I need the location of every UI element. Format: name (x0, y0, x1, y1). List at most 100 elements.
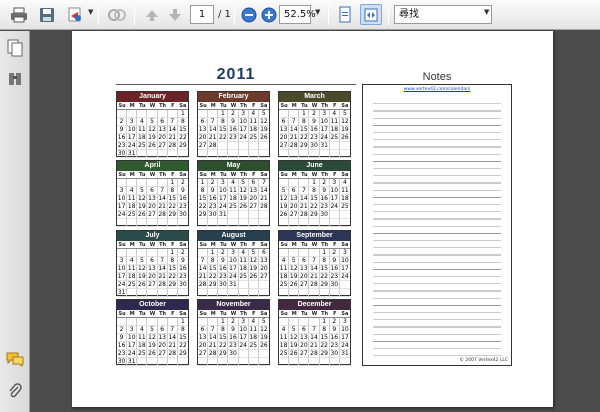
bookmarks-icon[interactable] (5, 69, 25, 89)
day-cell: 11 (248, 118, 259, 126)
day-grid: 1 2 3 4 5 6 7 8 9 10 11 12 13 14 15 16 17 18 19 20 21 22 23 24 2… (117, 179, 188, 227)
separator (328, 4, 329, 25)
day-cell (279, 358, 290, 366)
day-cell: 27 (198, 142, 209, 150)
day-cell: 12 (289, 334, 300, 342)
day-cell: 31 (127, 358, 138, 366)
day-cell (238, 358, 249, 366)
day-cell: 15 (319, 265, 330, 273)
day-cell (309, 358, 320, 366)
notes-box: www.vertex42.com/calendars © 2007 Vertex… (362, 84, 512, 366)
zoom-dropdown-caret[interactable]: ▼ (315, 8, 320, 16)
day-cell (299, 289, 310, 297)
day-cell: 16 (228, 334, 239, 342)
day-cell: 26 (137, 281, 148, 289)
day-cell (279, 110, 290, 118)
day-cell: 18 (279, 342, 290, 350)
day-cell: 9 (117, 334, 128, 342)
email-dropdown-caret[interactable]: ▼ (88, 8, 93, 16)
day-cell: 18 (137, 134, 148, 142)
day-cell: 22 (167, 203, 178, 211)
day-cell (228, 150, 239, 158)
day-cell (117, 219, 128, 227)
month-name: March (279, 92, 350, 102)
prev-page-icon[interactable] (141, 4, 163, 25)
day-cell (137, 318, 148, 326)
day-cell: 7 (157, 257, 168, 265)
day-cell: 4 (137, 118, 148, 126)
day-cell (289, 179, 300, 187)
month-name: November (198, 300, 269, 310)
day-cell (319, 219, 330, 227)
zoom-level-input[interactable]: 52.5% (279, 5, 316, 24)
day-cell (147, 289, 158, 297)
day-grid: 1 2 3 4 5 6 7 8 9 10 11 12 13 14 15 16 17 18 19 20 21 22 23 24 2… (117, 249, 188, 297)
save-icon[interactable] (36, 4, 58, 25)
day-cell: 17 (117, 203, 128, 211)
printer-icon[interactable] (8, 4, 30, 25)
zoom-in-icon[interactable] (258, 4, 280, 25)
day-cell: 13 (198, 126, 209, 134)
day-cell: 24 (238, 342, 249, 350)
page-number-input[interactable]: 1 (190, 5, 214, 24)
day-cell: 23 (177, 273, 188, 281)
day-cell (248, 358, 259, 366)
separator (388, 4, 389, 25)
separator (134, 4, 135, 25)
day-cell: 12 (238, 187, 249, 195)
next-page-icon[interactable] (164, 4, 186, 25)
day-cell: 15 (167, 265, 178, 273)
day-cell (167, 150, 178, 158)
day-cell: 14 (208, 334, 219, 342)
comments-icon[interactable] (5, 349, 25, 369)
month-december: December Su M Tu W Th F Sa 1 2 3 4 5 6 7 8 9 10 11 12 13 14 15… (278, 299, 351, 366)
month-name: February (198, 92, 269, 102)
day-cell: 31 (218, 211, 229, 219)
month-july: July Su M Tu W Th F Sa 1 2 3 4 5 6 7 8 9 10 11 12 13 14 15 16 17… (116, 230, 189, 297)
fit-page-icon[interactable] (334, 4, 356, 25)
day-cell: 4 (127, 257, 138, 265)
day-grid: 1 2 3 4 5 6 7 8 9 10 11 12 13 14 15 16 17 18 19 20 21 22 23 24 2… (279, 249, 350, 297)
day-cell (177, 289, 188, 297)
day-cell: 11 (137, 334, 148, 342)
day-cell: 1 (167, 249, 178, 257)
day-cell (289, 150, 300, 158)
day-cell (248, 281, 259, 289)
day-cell (167, 289, 178, 297)
day-cell: 16 (319, 195, 330, 203)
day-cell: 17 (319, 126, 330, 134)
day-cell (339, 281, 350, 289)
day-cell: 28 (157, 281, 168, 289)
day-cell: 10 (228, 257, 239, 265)
day-cell: 16 (117, 342, 128, 350)
day-cell: 28 (309, 281, 320, 289)
day-cell: 11 (248, 326, 259, 334)
month-march: March Su M Tu W Th F Sa 1 2 3 4 5 6 7 8 9 10 11 12 13 14 15 16 1… (278, 91, 351, 158)
fit-width-icon[interactable] (360, 4, 382, 25)
day-cell: 22 (208, 273, 219, 281)
day-cell: 9 (309, 118, 320, 126)
email-icon[interactable] (64, 4, 86, 25)
weekday-header: Su M Tu W Th F Sa (198, 172, 269, 179)
day-cell: 17 (127, 134, 138, 142)
zoom-out-icon[interactable] (238, 4, 260, 25)
day-cell (198, 289, 209, 297)
day-cell (329, 289, 340, 297)
search-dropdown-caret[interactable]: ▼ (484, 8, 489, 16)
day-cell: 21 (167, 134, 178, 142)
month-name: September (279, 231, 350, 241)
notes-url-link[interactable]: www.vertex42.com/calendars (363, 87, 511, 92)
attachments-icon[interactable] (5, 381, 25, 401)
day-cell: 4 (248, 318, 259, 326)
day-cell (238, 150, 249, 158)
day-cell (117, 318, 128, 326)
day-cell: 24 (329, 203, 340, 211)
day-cell: 5 (238, 179, 249, 187)
day-cell: 23 (329, 342, 340, 350)
collaborate-icon[interactable] (106, 4, 128, 25)
search-input[interactable]: 尋找 (394, 5, 492, 24)
day-cell (329, 150, 340, 158)
day-cell: 10 (238, 326, 249, 334)
pages-icon[interactable] (5, 38, 25, 58)
day-cell: 30 (218, 281, 229, 289)
